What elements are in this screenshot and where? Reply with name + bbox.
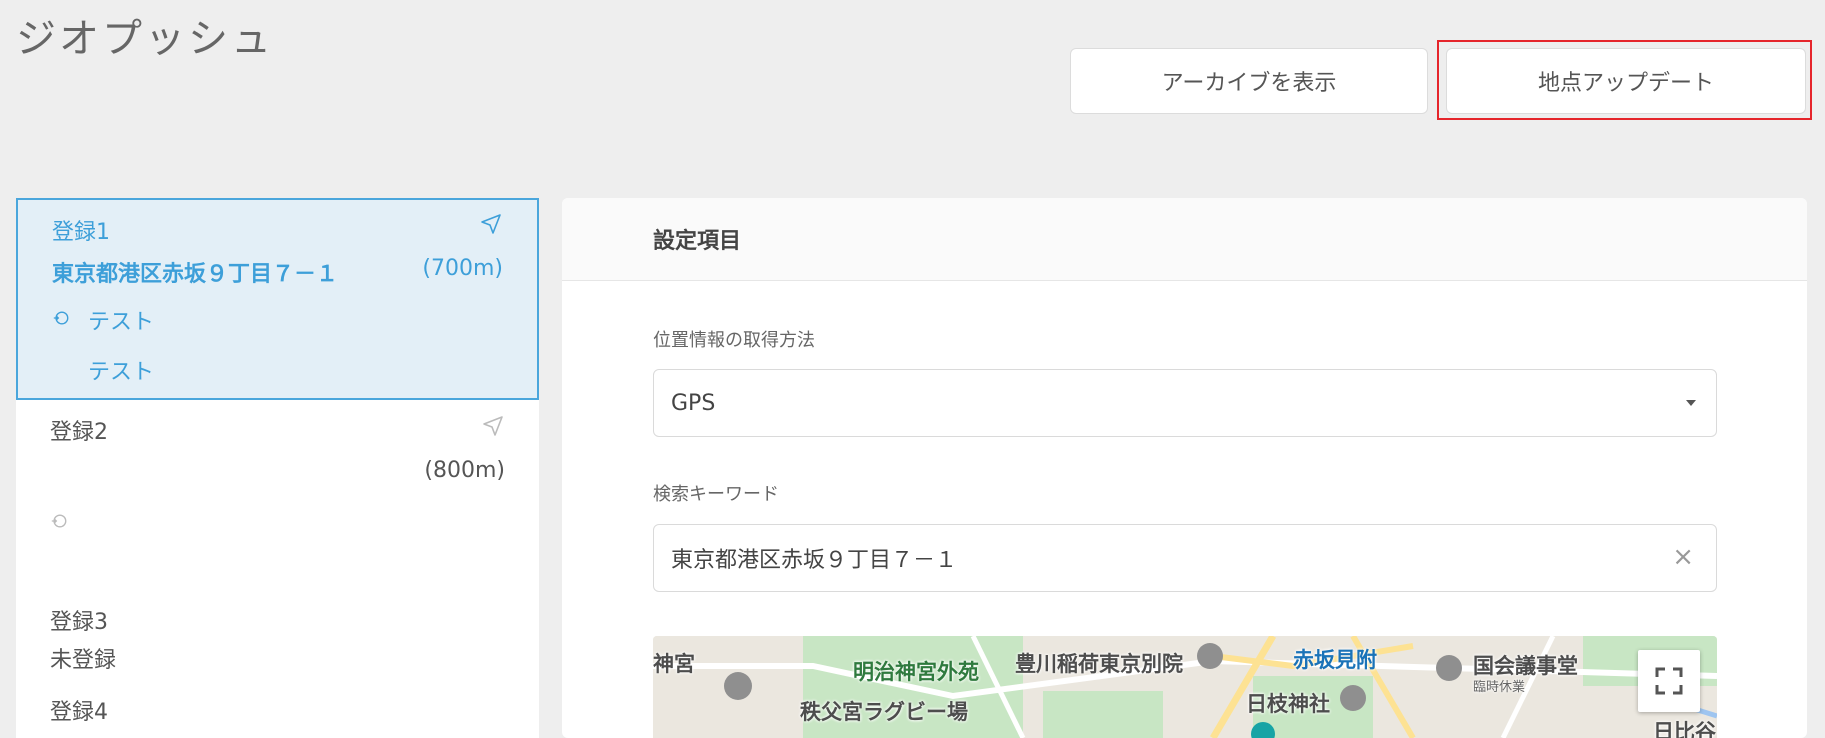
map-label: 臨時休業	[1473, 680, 1526, 695]
search-keyword-input[interactable]: 東京都港区赤坂９丁目７－１ ×	[653, 524, 1717, 592]
item-message-title: テスト	[88, 310, 155, 335]
send-location-icon[interactable]	[481, 414, 505, 438]
settings-header: 設定項目	[562, 198, 1807, 281]
list-item-registration-1[interactable]: 登録1 東京都港区赤坂９丁目７－１ (700m) テスト テスト	[16, 198, 539, 400]
location-method-value: GPS	[671, 390, 716, 416]
item-name: 登録3	[50, 610, 108, 635]
search-keyword-value: 東京都港区赤坂９丁目７－１	[671, 548, 958, 573]
map-label: 日比谷	[1653, 720, 1716, 738]
show-archive-button[interactable]: アーカイブを表示	[1070, 48, 1428, 114]
list-item-registration-3[interactable]: 登録3 未登録	[16, 598, 539, 688]
registration-list: 登録1 東京都港区赤坂９丁目７－１ (700m) テスト テスト 登録2 (80…	[16, 198, 539, 738]
map-label: 秩父宮ラグビー場	[800, 700, 968, 724]
app-title: ジオプッシュ	[16, 16, 274, 62]
location-update-button[interactable]: 地点アップデート	[1446, 48, 1806, 114]
item-distance: (800m)	[424, 458, 505, 483]
item-name: 登録4	[50, 700, 108, 725]
clear-icon[interactable]: ×	[1672, 543, 1694, 571]
send-location-icon[interactable]	[479, 212, 503, 236]
item-name: 登録1	[52, 220, 110, 245]
history-icon	[51, 514, 67, 528]
settings-panel: 設定項目 位置情報の取得方法 GPS 検索キーワード 東京都港区赤坂９丁目７－１…	[562, 198, 1807, 738]
dropdown-caret-icon	[1686, 400, 1696, 406]
fullscreen-button[interactable]	[1638, 650, 1700, 712]
location-method-label: 位置情報の取得方法	[653, 330, 815, 351]
history-icon	[53, 311, 69, 325]
map-label: 神宮	[653, 652, 695, 676]
map-label: 赤坂見附	[1293, 648, 1377, 672]
list-item-registration-2[interactable]: 登録2 (800m)	[16, 400, 539, 598]
item-distance: (700m)	[422, 256, 503, 281]
item-message-body: テスト	[88, 360, 155, 385]
map-label: 日枝神社	[1246, 692, 1330, 716]
map-label: 豊川稲荷東京別院	[1015, 652, 1183, 676]
map-label: 明治神宮外苑	[853, 660, 979, 684]
item-address: 東京都港区赤坂９丁目７－１	[52, 262, 339, 287]
map-view[interactable]: 神宮 明治神宮外苑 豊川稲荷東京別院 赤坂見附 国会議事堂 臨時休業 秩父宮ラグ…	[653, 636, 1717, 738]
search-keyword-label: 検索キーワード	[653, 484, 779, 505]
item-name: 登録2	[50, 420, 108, 445]
item-status: 未登録	[50, 648, 117, 673]
location-method-select[interactable]: GPS	[653, 369, 1717, 437]
fullscreen-icon	[1655, 667, 1683, 695]
